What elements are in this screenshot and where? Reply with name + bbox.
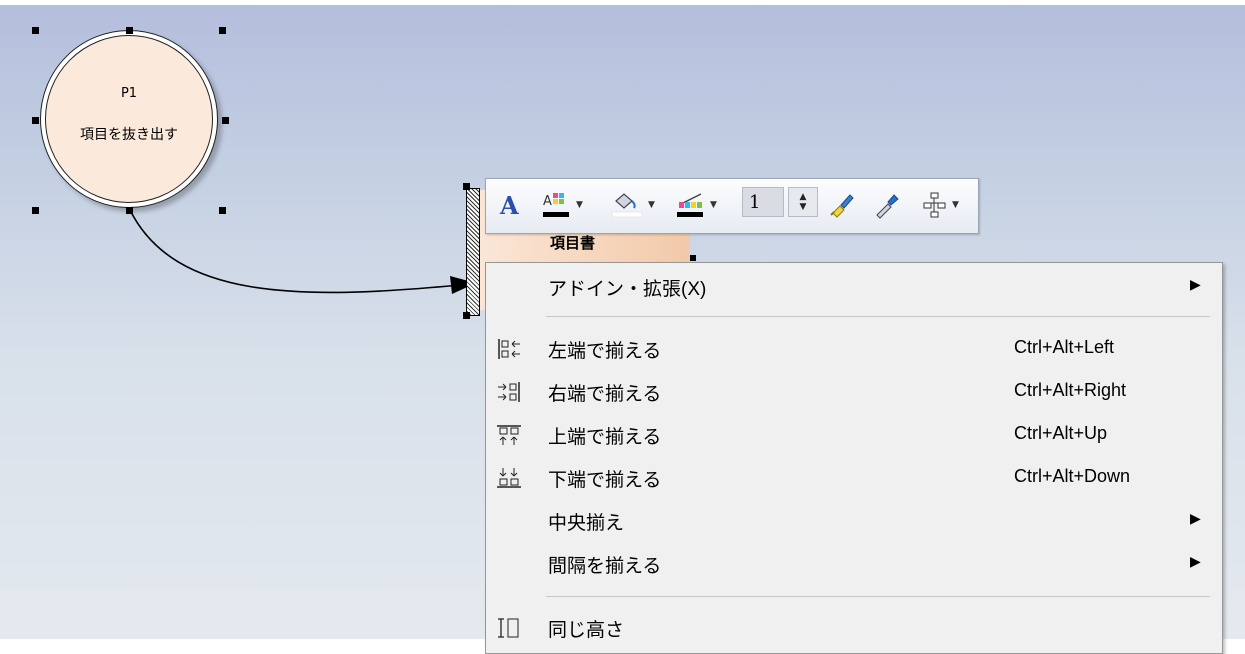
resize-handle-n[interactable] — [126, 27, 133, 34]
font-button[interactable]: A — [500, 191, 519, 220]
process-id-label: P1 — [120, 86, 138, 101]
submenu-arrow-icon: ▶ — [1190, 276, 1201, 292]
paint-brush-icon — [830, 194, 854, 218]
datastore-handle-e[interactable] — [690, 255, 696, 261]
svg-text:A: A — [543, 194, 552, 209]
menu-item-label: 右端で揃える — [548, 384, 662, 405]
spin-down-icon[interactable]: ▼ — [800, 202, 807, 212]
resize-handle-w[interactable] — [32, 117, 39, 124]
menu-item-label: 上端で揃える — [548, 427, 662, 448]
process-node-inner: P1 項目を抜き出す — [45, 35, 213, 203]
menu-item-shortcut: Ctrl+Alt+Right — [1014, 380, 1127, 400]
dropdown-arrow-icon: ▼ — [710, 200, 717, 210]
resize-handle-sw[interactable] — [32, 207, 39, 214]
font-color-button[interactable]: A ▼ — [542, 191, 583, 219]
menu-item-align-bottom[interactable]: 下端で揃える Ctrl+Alt+Down — [486, 456, 1222, 499]
datastore-handle-nw[interactable] — [463, 183, 470, 190]
align-right-icon — [496, 381, 522, 403]
hierarchy-icon — [923, 192, 946, 218]
menu-item-align-top[interactable]: 上端で揃える Ctrl+Alt+Up — [486, 413, 1222, 456]
menu-item-label: 同じ高さ — [548, 620, 625, 641]
menu-item-shortcut: Ctrl+Alt+Up — [1014, 423, 1108, 443]
paint-bucket-icon — [611, 193, 643, 218]
eyedropper-button[interactable] — [872, 191, 900, 219]
process-node[interactable]: P1 項目を抜き出す — [40, 30, 218, 208]
menu-item-distribute[interactable]: 間隔を揃える ▶ — [486, 542, 1222, 585]
datastore-label: 項目書 — [550, 234, 596, 252]
dropdown-arrow-icon: ▼ — [576, 200, 583, 210]
resize-handle-s[interactable] — [126, 207, 133, 214]
menu-item-shortcut: Ctrl+Alt+Down — [1014, 466, 1131, 486]
menu-item-label: 間隔を揃える — [548, 556, 662, 577]
font-color-icon: A — [543, 193, 569, 217]
menu-item-label: アドイン・拡張(X) — [548, 279, 707, 300]
layout-button[interactable]: ▼ — [922, 191, 959, 219]
line-width-spinner[interactable]: 1 — [742, 187, 784, 217]
menu-item-shortcut: Ctrl+Alt+Left — [1014, 337, 1115, 357]
menu-item-align-left[interactable]: 左端で揃える Ctrl+Alt+Left — [486, 327, 1222, 370]
menu-item-label: 中央揃え — [548, 513, 625, 534]
menu-item-label: 左端で揃える — [548, 341, 662, 362]
same-height-icon — [496, 617, 522, 639]
dropdown-arrow-icon: ▼ — [952, 200, 959, 210]
align-top-icon — [496, 424, 522, 446]
menu-item-same-height[interactable]: 同じ高さ — [486, 606, 1222, 649]
menu-item-align-center[interactable]: 中央揃え ▶ — [486, 499, 1222, 542]
spin-up-icon[interactable]: ▲ — [800, 192, 807, 202]
resize-handle-e[interactable] — [222, 117, 229, 124]
submenu-arrow-icon: ▶ — [1190, 553, 1201, 569]
line-color-button[interactable]: ▼ — [676, 191, 717, 219]
align-bottom-icon — [496, 467, 522, 489]
resize-handle-ne[interactable] — [219, 27, 226, 34]
fill-color-button[interactable]: ▼ — [610, 191, 655, 219]
datastore-handle-sw[interactable] — [463, 312, 470, 319]
menu-item-align-right[interactable]: 右端で揃える Ctrl+Alt+Right — [486, 370, 1222, 413]
menu-item-label: 下端で揃える — [548, 470, 662, 491]
line-width-spin-buttons[interactable]: ▲ ▼ — [788, 187, 818, 217]
align-left-icon — [496, 338, 522, 360]
menu-separator — [546, 316, 1210, 317]
resize-handle-nw[interactable] — [32, 27, 39, 34]
datastore-hatch — [466, 188, 480, 316]
menu-item-add-ins[interactable]: アドイン・拡張(X) ▶ — [486, 265, 1222, 308]
format-painter-button[interactable] — [828, 191, 856, 219]
dropdown-arrow-icon: ▼ — [648, 200, 655, 210]
menu-separator — [546, 596, 1210, 597]
eyedropper-icon — [876, 194, 899, 219]
context-menu: アドイン・拡張(X) ▶ 左端で揃える Ctrl+Alt+Left 右端で揃える… — [485, 262, 1223, 654]
process-name-label: 項目を抜き出す — [80, 127, 178, 143]
submenu-arrow-icon: ▶ — [1190, 510, 1201, 526]
line-color-icon — [677, 193, 703, 217]
format-toolbar: A A ▼ ▼ ▼ ▼ — [485, 178, 979, 234]
resize-handle-se[interactable] — [219, 207, 226, 214]
